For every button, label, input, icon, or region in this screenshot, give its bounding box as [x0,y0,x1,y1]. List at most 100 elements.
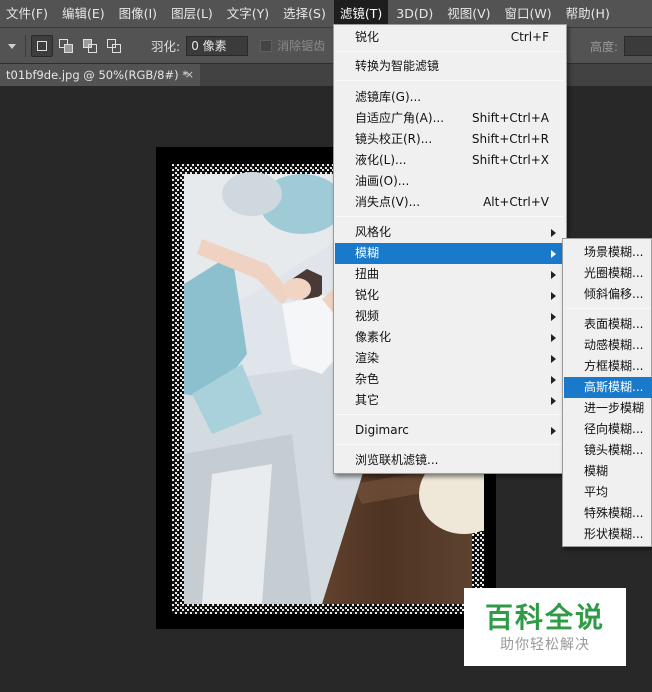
submenu-arrow-icon [551,355,556,363]
watermark-subtitle: 助你轻松解决 [500,637,590,653]
document-tab[interactable]: t01bf9de.jpg @ 50%(RGB/8#) * × [0,64,200,86]
filter-menu-item-video[interactable]: 视频 [335,306,565,327]
filter-menu-item-blur[interactable]: 模糊 [335,243,565,264]
menu-item-label: 转换为智能滤镜 [355,59,440,73]
filter-menu-item-browse-online[interactable]: 浏览联机滤镜... [335,450,565,471]
menu-item-label: 液化(L)... [355,153,407,167]
blur-item-gaussian-blur[interactable]: 高斯模糊... [564,377,652,398]
subtract-selection-icon-front [88,43,97,53]
filter-menu-item-vanishing-point[interactable]: 消失点(V)... Alt+Ctrl+V [335,192,565,213]
blur-item-tilt-shift[interactable]: 倾斜偏移... [564,284,652,305]
submenu-arrow-icon [551,229,556,237]
filter-menu-item-adaptive-wide-angle[interactable]: 自适应广角(A)... Shift+Ctrl+A [335,108,565,129]
menu-item-label: 浏览联机滤镜... [355,453,439,467]
filter-menu-item-pixelate[interactable]: 像素化 [335,327,565,348]
filter-menu-item-last-filter[interactable]: 锐化 Ctrl+F [335,27,565,48]
filter-menu-item-render[interactable]: 渲染 [335,348,565,369]
blur-item-box-blur[interactable]: 方框模糊... [564,356,652,377]
intersect-selection-button[interactable] [103,35,125,57]
blur-submenu: 场景模糊... 光圈模糊... 倾斜偏移... 表面模糊... 动感模糊... … [562,238,652,547]
menu-separator [336,51,564,52]
menu-item-shortcut: Alt+Ctrl+V [483,195,549,209]
menu-item-shortcut: Shift+Ctrl+R [471,132,549,146]
blur-item-blur-more[interactable]: 进一步模糊 [564,398,652,419]
subtract-from-selection-button[interactable] [79,35,101,57]
menu-help[interactable]: 帮助(H) [560,0,616,28]
menu-item-shortcut: Ctrl+F [510,30,549,44]
menu-item-label: 渲染 [355,351,380,365]
filter-menu-item-oil-paint[interactable]: 油画(O)... [335,171,565,192]
blur-item-motion-blur[interactable]: 动感模糊... [564,335,652,356]
antialias-label: 消除锯齿 [277,39,326,53]
menu-item-shortcut: Shift+Ctrl+A [472,111,549,125]
options-divider [25,34,26,57]
menu-item-label: 自适应广角(A)... [355,111,445,125]
add-to-selection-button[interactable] [55,35,77,57]
document-tab-title: t01bf9de.jpg @ 50%(RGB/8#) * [6,68,189,82]
filter-menu-item-sharpen[interactable]: 锐化 [335,285,565,306]
blur-item-average[interactable]: 平均 [564,482,652,503]
filter-menu-item-smart-filter[interactable]: 转换为智能滤镜 [335,56,565,77]
menu-item-label: 镜头校正(R)... [355,132,433,146]
close-icon[interactable]: × [185,64,194,86]
menu-item-label: 模糊 [355,246,380,260]
filter-menu-item-digimarc[interactable]: Digimarc [335,420,565,441]
submenu-arrow-icon [551,427,556,435]
new-selection-button[interactable] [31,34,53,57]
feather-label: 羽化: [151,39,181,54]
menu-item-label: 锐化 [355,288,380,302]
menu-file[interactable]: 文件(F) [0,0,54,28]
filter-menu-item-lens-correction[interactable]: 镜头校正(R)... Shift+Ctrl+R [335,129,565,150]
feather-input[interactable]: 0 像素 [186,35,249,56]
blur-item-smart-blur[interactable]: 特殊模糊... [564,503,652,524]
submenu-arrow-icon [551,376,556,384]
submenu-arrow-icon [551,334,556,342]
menu-separator [565,308,651,309]
menu-layer[interactable]: 图层(L) [165,0,219,28]
add-selection-icon-back [64,43,73,53]
submenu-arrow-icon [551,313,556,321]
blur-item-field-blur[interactable]: 场景模糊... [564,242,652,263]
menu-item-label: 锐化 [355,30,380,44]
blur-item-surface-blur[interactable]: 表面模糊... [564,314,652,335]
filter-menu-item-gallery[interactable]: 滤镜库(G)... [335,87,565,108]
antialias-checkbox[interactable] [260,39,273,52]
submenu-arrow-icon [551,292,556,300]
menu-item-label: 消失点(V)... [355,195,421,209]
menu-item-label: 油画(O)... [355,174,410,188]
intersect-selection-icon-front [112,43,121,53]
menu-edit[interactable]: 编辑(E) [56,0,111,28]
blur-item-blur[interactable]: 模糊 [564,461,652,482]
filter-menu: 锐化 Ctrl+F 转换为智能滤镜 滤镜库(G)... 自适应广角(A)... … [333,24,567,474]
menu-item-shortcut: Shift+Ctrl+X [472,153,549,167]
submenu-arrow-icon [551,271,556,279]
menu-item-label: 风格化 [355,225,392,239]
menu-item-label: 像素化 [355,330,392,344]
filter-menu-item-other[interactable]: 其它 [335,390,565,411]
menu-item-label: 其它 [355,393,380,407]
watermark: 百科全说 助你轻松解决 [464,588,626,666]
filter-menu-item-stylize[interactable]: 风格化 [335,222,565,243]
blur-item-shape-blur[interactable]: 形状模糊... [564,524,652,545]
menu-item-label: 杂色 [355,372,380,386]
menu-item-label: Digimarc [355,423,409,437]
menu-type[interactable]: 文字(Y) [221,0,275,28]
blur-item-iris-blur[interactable]: 光圈模糊... [564,263,652,284]
tool-preset-dropdown-icon[interactable] [7,41,17,51]
blur-item-lens-blur[interactable]: 镜头模糊... [564,440,652,461]
menu-separator [336,444,564,445]
blur-item-radial-blur[interactable]: 径向模糊... [564,419,652,440]
menu-image[interactable]: 图像(I) [113,0,163,28]
submenu-arrow-icon [551,397,556,405]
new-selection-icon [37,40,47,51]
submenu-arrow-icon [551,250,556,258]
menu-item-label: 扭曲 [355,267,380,281]
menu-separator [336,80,564,81]
menu-item-label: 视频 [355,309,380,323]
filter-menu-item-distort[interactable]: 扭曲 [335,264,565,285]
menu-separator [336,414,564,415]
height-input[interactable] [624,36,652,56]
menu-select[interactable]: 选择(S) [277,0,332,28]
filter-menu-item-liquify[interactable]: 液化(L)... Shift+Ctrl+X [335,150,565,171]
filter-menu-item-noise[interactable]: 杂色 [335,369,565,390]
